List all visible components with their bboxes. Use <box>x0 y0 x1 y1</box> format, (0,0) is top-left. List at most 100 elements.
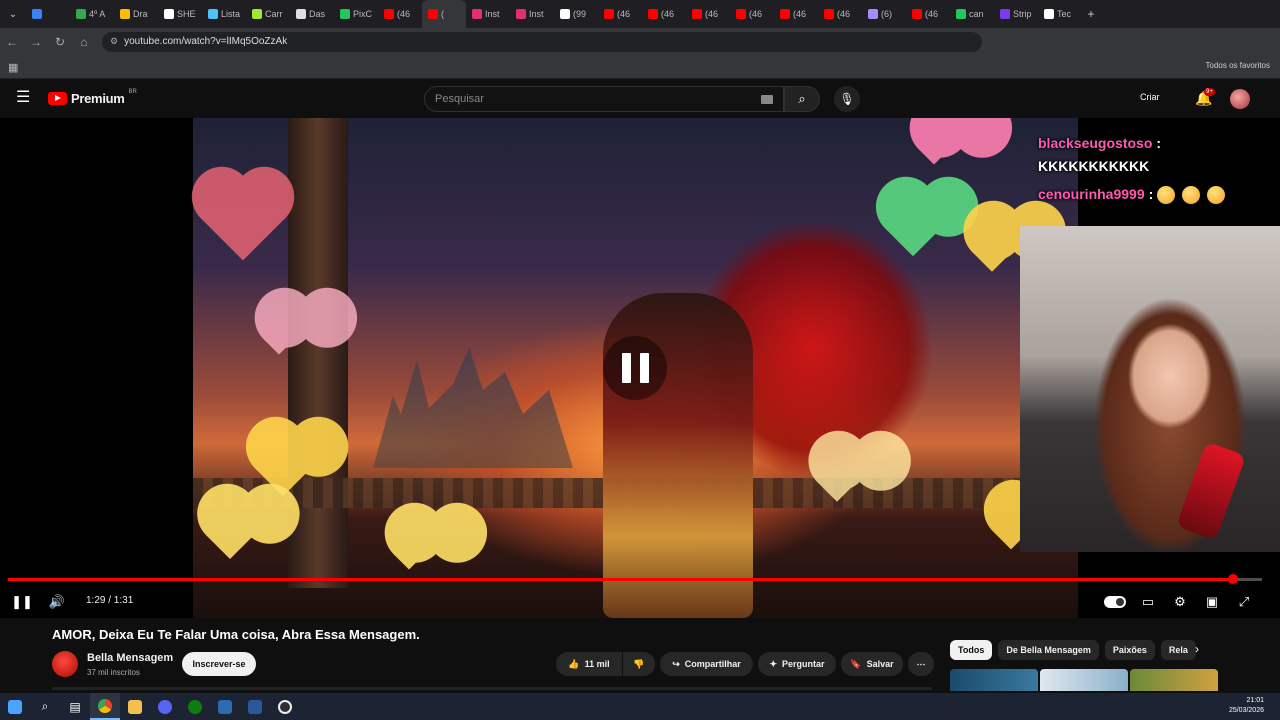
youtube-premium-logo[interactable]: Premium BR <box>48 89 137 106</box>
keyboard-icon[interactable] <box>761 95 773 104</box>
browser-tab[interactable]: Carr <box>246 0 290 28</box>
windows-start-icon[interactable] <box>0 693 30 720</box>
tab-label: ( <box>441 9 444 19</box>
volume-button[interactable]: 🔊 <box>46 590 68 614</box>
browser-tab[interactable]: (46 <box>378 0 422 28</box>
browser-tab[interactable]: 4º A <box>70 0 114 28</box>
back-arrow-icon[interactable]: ← <box>0 28 24 55</box>
search-button[interactable]: ⌕ <box>784 86 820 112</box>
tab-favicon-icon <box>648 9 658 19</box>
all-bookmarks-link[interactable]: Todos os favoritos <box>1206 61 1270 70</box>
taskbar-search-icon[interactable]: ⌕ <box>30 693 60 720</box>
system-clock[interactable]: 21:01 25/03/2026 <box>1229 696 1264 716</box>
browser-tab[interactable]: (99 <box>554 0 598 28</box>
recommended-thumbnail[interactable] <box>950 669 1038 691</box>
browser-tab[interactable]: Lista <box>202 0 246 28</box>
recommendation-chips: Todos De Bella Mensagem Paixões Rela <box>950 640 1196 660</box>
browser-tab[interactable]: (6) <box>862 0 906 28</box>
progress-scrubber-handle[interactable] <box>1228 574 1239 584</box>
tab-label: Carr <box>265 9 283 19</box>
xbox-icon[interactable] <box>180 693 210 720</box>
browser-tab[interactable]: (46 <box>598 0 642 28</box>
subscribe-button[interactable]: Inscrever-se <box>182 652 256 676</box>
browser-tab[interactable]: ( <box>422 0 466 28</box>
heart-decor <box>393 538 425 570</box>
tab-search-chevron-icon[interactable]: ⌄ <box>0 0 26 28</box>
chrome-taskbar-icon[interactable] <box>90 693 120 720</box>
browser-tab[interactable]: Tec <box>1038 0 1082 28</box>
tab-favicon-icon <box>296 9 306 19</box>
player-controls: ❚❚ 🔊 1:29 / 1:31 ▭ ⚙ ▣ ⤢ <box>0 586 1280 618</box>
browser-tab[interactable]: Das <box>290 0 334 28</box>
home-icon[interactable]: ⌂ <box>72 28 96 55</box>
apps-grid-icon[interactable]: ▦ <box>8 61 18 74</box>
filter-chip[interactable]: De Bella Mensagem <box>998 640 1099 660</box>
save-button[interactable]: 🔖 Salvar <box>841 652 903 676</box>
browser-tab[interactable]: can <box>950 0 994 28</box>
autoplay-toggle[interactable] <box>1104 596 1126 608</box>
browser-tab[interactable]: (46 <box>774 0 818 28</box>
reload-icon[interactable]: ↻ <box>48 28 72 55</box>
search-box <box>424 86 784 112</box>
progress-bar[interactable] <box>8 578 1262 581</box>
chevron-right-icon[interactable]: › <box>1195 642 1199 656</box>
address-bar[interactable]: ⚙ youtube.com/watch?v=lIMq5OoZzAk <box>102 31 982 52</box>
security-shield-icon[interactable] <box>210 693 240 720</box>
browser-tab[interactable]: (46 <box>730 0 774 28</box>
menu-hamburger-icon[interactable]: ☰ <box>16 90 32 106</box>
search-icon: ⌕ <box>798 91 806 106</box>
like-button[interactable]: 👍 11 mil <box>556 652 622 676</box>
browser-tab[interactable]: PixC <box>334 0 378 28</box>
browser-tab[interactable]: (46 <box>818 0 862 28</box>
file-explorer-icon[interactable] <box>120 693 150 720</box>
ask-button[interactable]: ✦ Perguntar <box>758 652 836 676</box>
tabs-container: 4º A Dra SHE Lista Carr Das PixC (46 (Inst Inst (9… <box>26 0 1082 28</box>
pause-indicator[interactable] <box>603 336 667 400</box>
recommended-thumbnail[interactable] <box>1040 669 1128 691</box>
search-input[interactable] <box>435 93 755 105</box>
settings-button[interactable]: ⚙ <box>1170 590 1190 614</box>
filter-chip[interactable]: Rela <box>1160 640 1196 660</box>
tab-favicon-icon <box>32 9 42 19</box>
heart-decor <box>205 510 255 560</box>
task-view-icon[interactable]: ▤ <box>60 693 90 720</box>
channel-avatar[interactable] <box>52 651 78 677</box>
browser-tab[interactable]: Strip <box>994 0 1038 28</box>
browser-tab[interactable]: (46 <box>642 0 686 28</box>
forward-arrow-icon[interactable]: → <box>24 28 48 55</box>
voice-search-button[interactable]: 🎙 <box>834 86 860 112</box>
browser-tab[interactable]: (46 <box>686 0 730 28</box>
tab-favicon-icon <box>868 9 878 19</box>
tab-label: (46 <box>925 9 939 19</box>
theater-mode-button[interactable]: ▣ <box>1202 590 1222 614</box>
share-button[interactable]: ↪ Compartilhar <box>660 652 753 676</box>
channel-name[interactable]: Bella Mensagem <box>87 652 173 664</box>
browser-tab[interactable] <box>26 0 70 28</box>
browser-tab[interactable]: (46 <box>906 0 950 28</box>
video-player[interactable]: blackseugostoso: KKKKKKKKKKK cenourinha999… <box>0 118 1280 618</box>
obs-icon[interactable] <box>270 693 300 720</box>
dislike-button[interactable]: 👎 <box>623 652 655 676</box>
browser-tab[interactable]: Dra <box>114 0 158 28</box>
time-display: 1:29 / 1:31 <box>86 595 134 606</box>
discord-icon[interactable] <box>150 693 180 720</box>
pause-button[interactable]: ❚❚ <box>11 590 33 614</box>
filter-chip[interactable]: Todos <box>950 640 993 660</box>
share-label: Compartilhar <box>684 659 741 669</box>
browser-tab[interactable]: SHE <box>158 0 202 28</box>
create-button[interactable]: Criar <box>1140 92 1160 102</box>
site-info-icon[interactable]: ⚙ <box>110 36 118 47</box>
account-avatar[interactable] <box>1230 89 1250 109</box>
tab-label: Das <box>309 9 326 19</box>
subtitles-button[interactable]: ▭ <box>1138 590 1158 614</box>
more-actions-button[interactable]: ⋯ <box>908 652 934 676</box>
word-icon[interactable] <box>240 693 270 720</box>
tab-label: (46 <box>749 9 763 19</box>
browser-tab[interactable]: Inst <box>510 0 554 28</box>
fullscreen-button[interactable]: ⤢ <box>1234 590 1254 614</box>
new-tab-button[interactable]: + <box>1082 7 1100 21</box>
tab-label: PixC <box>353 9 373 19</box>
filter-chip[interactable]: Paixões <box>1104 640 1155 660</box>
recommended-thumbnail[interactable] <box>1130 669 1218 691</box>
browser-tab[interactable]: Inst <box>466 0 510 28</box>
